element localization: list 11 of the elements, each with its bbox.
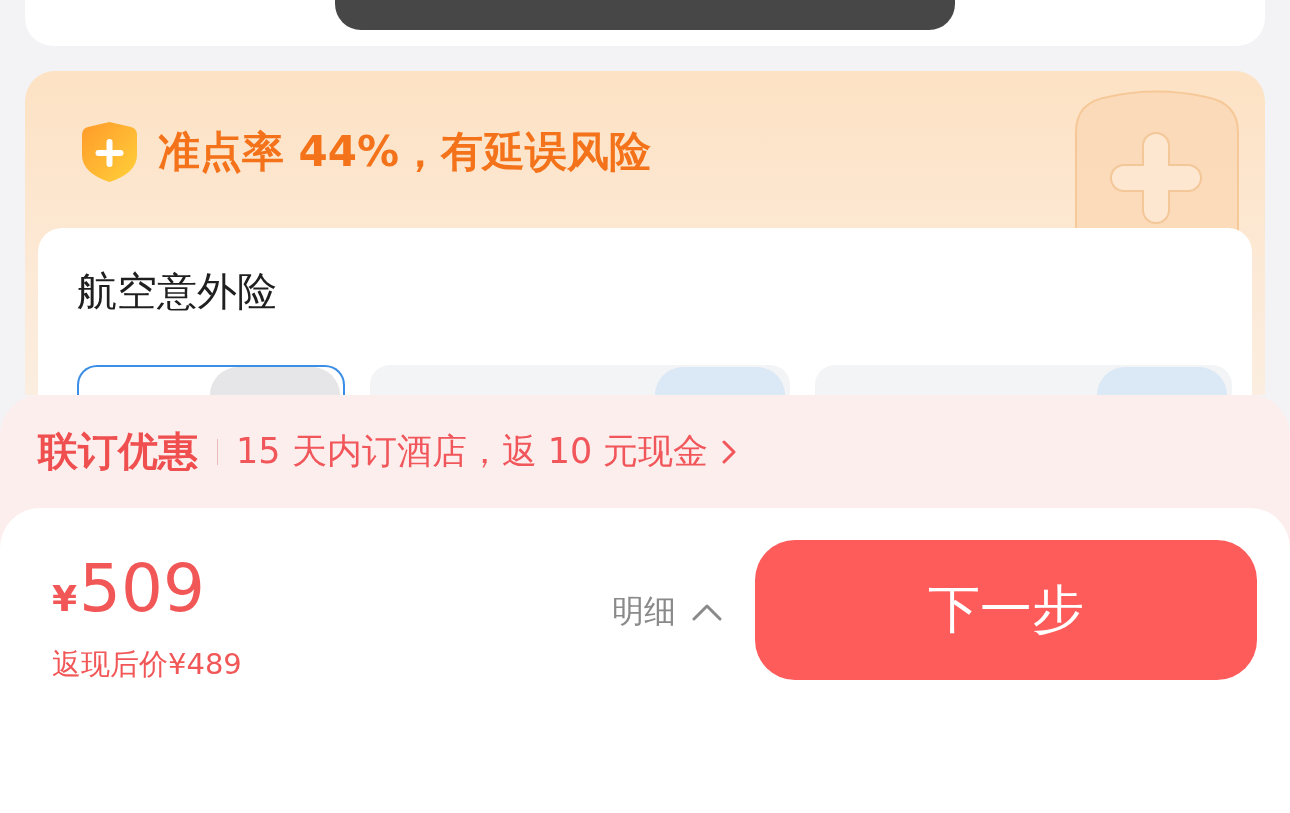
ontime-rate-title: 准点率 44%，有延误风险 (158, 131, 652, 173)
insurance-option-card[interactable] (77, 365, 345, 395)
promo-tag: 联订优惠 (38, 424, 198, 479)
insurance-title: 航空意外险 (77, 267, 277, 316)
chevron-right-icon (722, 439, 737, 464)
details-button[interactable]: 明细 (612, 590, 722, 634)
shield-plus-icon (82, 122, 137, 182)
promo-link[interactable]: 15 天内订酒店，返 10 元现金 (236, 428, 737, 475)
price-text: ¥509 (52, 554, 206, 629)
cashback-price-text: 返现后价¥489 (52, 646, 242, 683)
next-step-button[interactable]: 下一步 (755, 540, 1257, 680)
